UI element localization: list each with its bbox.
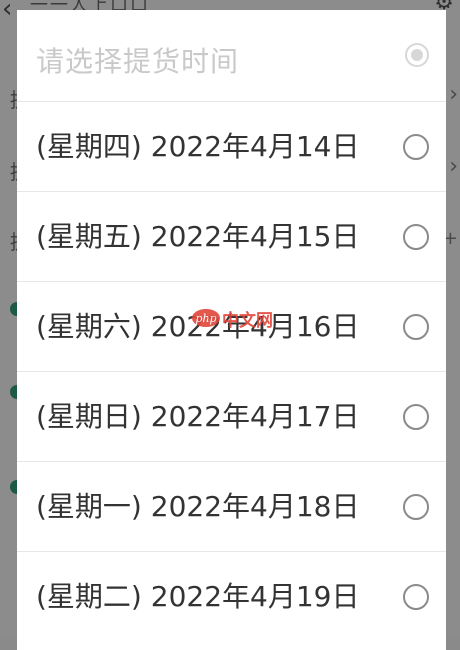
pickup-option[interactable]: (星期四) 2022年4月14日 — [17, 101, 446, 191]
radio-unselected-icon[interactable] — [403, 314, 429, 340]
watermark-text: 中文网 — [222, 310, 273, 331]
pickup-option[interactable]: (星期日) 2022年4月17日 — [17, 371, 446, 461]
pickup-option[interactable]: (星期一) 2022年4月18日 — [17, 461, 446, 551]
radio-unselected-icon[interactable] — [403, 134, 429, 160]
option-label: (星期五) 2022年4月15日 — [36, 220, 360, 253]
chevron-right-icon: › — [449, 82, 458, 107]
watermark: php 中文网 — [192, 305, 274, 331]
dialog-header[interactable]: 请选择提货时间 — [17, 10, 446, 101]
watermark-logo: php — [192, 309, 220, 327]
radio-unselected-icon[interactable] — [403, 404, 429, 430]
option-label: (星期日) 2022年4月17日 — [36, 400, 360, 433]
option-label: (星期四) 2022年4月14日 — [36, 130, 360, 163]
option-label: (星期二) 2022年4月19日 — [36, 580, 360, 613]
radio-unselected-icon[interactable] — [403, 494, 429, 520]
radio-selected-icon[interactable] — [405, 43, 429, 67]
pickup-option[interactable]: (星期五) 2022年4月15日 — [17, 191, 446, 281]
pickup-option[interactable]: (星期二) 2022年4月19日 — [17, 551, 446, 641]
chevron-left-icon: ‹ — [2, 0, 13, 24]
option-label: (星期一) 2022年4月18日 — [36, 490, 360, 523]
radio-unselected-icon[interactable] — [403, 224, 429, 250]
chevron-right-icon: › — [449, 154, 458, 179]
radio-unselected-icon[interactable] — [403, 584, 429, 610]
dialog-title: 请选择提货时间 — [36, 45, 240, 78]
